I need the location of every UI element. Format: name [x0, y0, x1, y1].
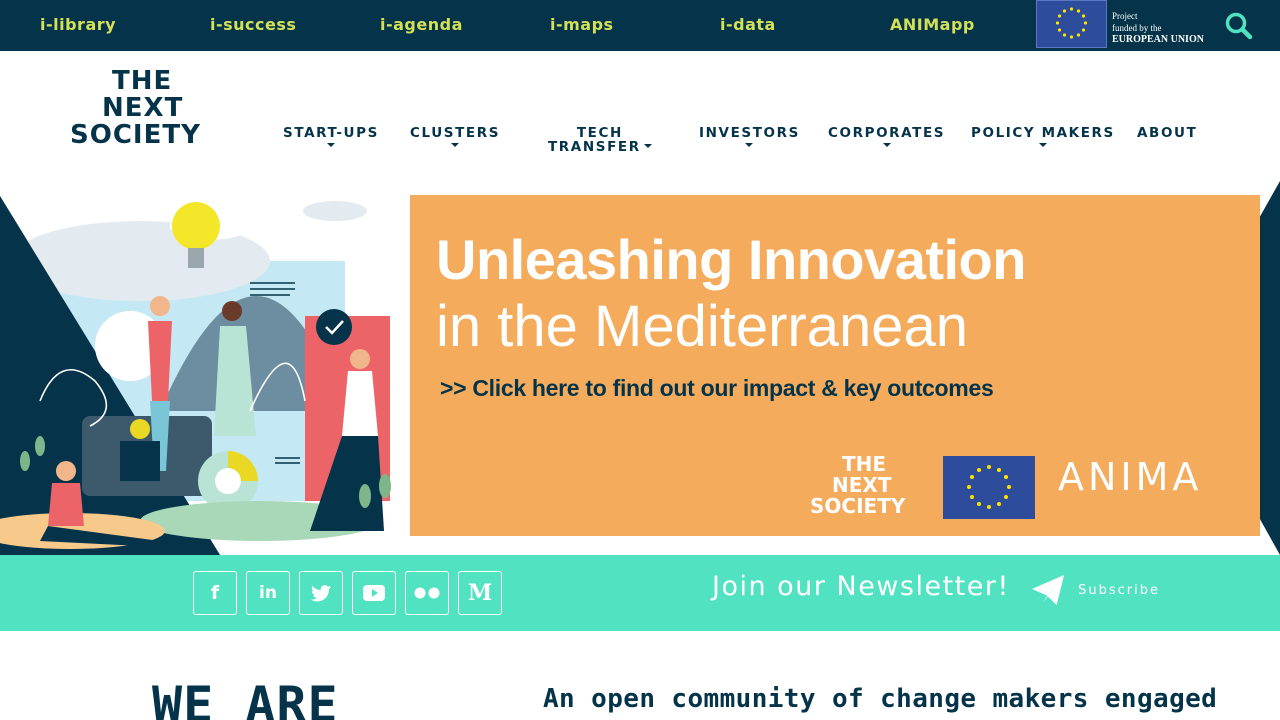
twitter-icon[interactable] [299, 571, 343, 615]
nav-tech-transfer-label: TECH [576, 125, 623, 141]
nav-investors-label: INVESTORS [699, 125, 800, 141]
site-logo[interactable]: THE NEXT SOCIETY [70, 68, 212, 154]
subscribe-label: Subscribe [1078, 582, 1160, 598]
top-link-i-agenda[interactable]: i-agenda [380, 15, 463, 34]
newsletter-heading: Join our Newsletter! [712, 571, 1010, 602]
chevron-down-icon [745, 143, 754, 147]
hero-tns-line3: SOCIETY [810, 494, 906, 518]
hero-tns-logo: THE NEXT SOCIETY [810, 454, 922, 520]
top-link-animapp[interactable]: ANIMapp [890, 15, 975, 34]
youtube-icon[interactable] [352, 571, 396, 615]
hero-impact-link[interactable]: >> Click here to find out our impact & k… [440, 375, 994, 402]
eu-funding-label: Project funded by the EUROPEAN UNION [1112, 10, 1204, 46]
nav-tech-transfer-label-2: TRANSFER [548, 139, 641, 155]
paper-plane-icon [1032, 574, 1065, 606]
hero-tns-line1: THE [842, 452, 887, 476]
eu-text-line1: Project [1112, 11, 1138, 21]
logo-line-3: SOCIETY [70, 120, 201, 150]
nav-investors[interactable]: INVESTORS [699, 126, 800, 147]
top-link-i-success[interactable]: i-success [210, 15, 296, 34]
nav-tech-transfer[interactable]: TECH TRANSFER [548, 126, 652, 154]
chevron-down-icon [643, 144, 652, 148]
hero-eu-flag-icon [943, 456, 1035, 519]
eu-text-line3: EUROPEAN UNION [1112, 34, 1204, 45]
top-link-i-library[interactable]: i-library [40, 15, 116, 34]
nav-clusters[interactable]: CLUSTERS [410, 126, 500, 147]
nav-about[interactable]: ABOUT [1137, 126, 1197, 140]
nav-corporates-label: CORPORATES [828, 125, 946, 141]
chevron-down-icon [1038, 143, 1047, 147]
nav-about-label: ABOUT [1137, 125, 1198, 141]
nav-policy-makers[interactable]: POLICY MAKERS [971, 126, 1115, 147]
chevron-down-icon [451, 143, 460, 147]
chevron-down-icon [326, 143, 335, 147]
flickr-icon[interactable] [405, 571, 449, 615]
nav-start-ups[interactable]: START-UPS [283, 126, 379, 147]
logo-line-2: NEXT [102, 93, 184, 123]
hero-tns-line2: NEXT [832, 473, 892, 497]
medium-icon[interactable]: M [458, 571, 502, 615]
nav-clusters-label: CLUSTERS [410, 125, 501, 141]
nav-start-ups-label: START-UPS [283, 125, 379, 141]
subscribe-button[interactable]: Subscribe [1032, 571, 1160, 609]
social-bar: f in M Join our Newsletter! Subscribe [0, 555, 1280, 631]
intro-text: An open community of change makers engag… [543, 684, 1218, 714]
chevron-down-icon [882, 143, 891, 147]
top-bar: i-library i-success i-agenda i-maps i-da… [0, 0, 1280, 51]
eu-text-line2: funded by the [1112, 23, 1162, 33]
eu-flag-icon [1036, 0, 1107, 48]
hero-anima-logo: ANIMA [1058, 455, 1203, 499]
top-link-i-data[interactable]: i-data [720, 15, 776, 34]
hero-title-line1: Unleashing Innovation [436, 228, 1026, 291]
hero-title-line2: in the Mediterranean [436, 294, 968, 359]
linkedin-icon[interactable]: in [246, 571, 290, 615]
top-link-i-maps[interactable]: i-maps [550, 15, 614, 34]
search-icon[interactable] [1224, 11, 1254, 41]
logo-line-1: THE [112, 66, 173, 96]
facebook-icon[interactable]: f [193, 571, 237, 615]
nav-corporates[interactable]: CORPORATES [828, 126, 945, 147]
nav-policy-makers-label: POLICY MAKERS [971, 125, 1115, 141]
we-are-heading: WE ARE [152, 676, 339, 720]
